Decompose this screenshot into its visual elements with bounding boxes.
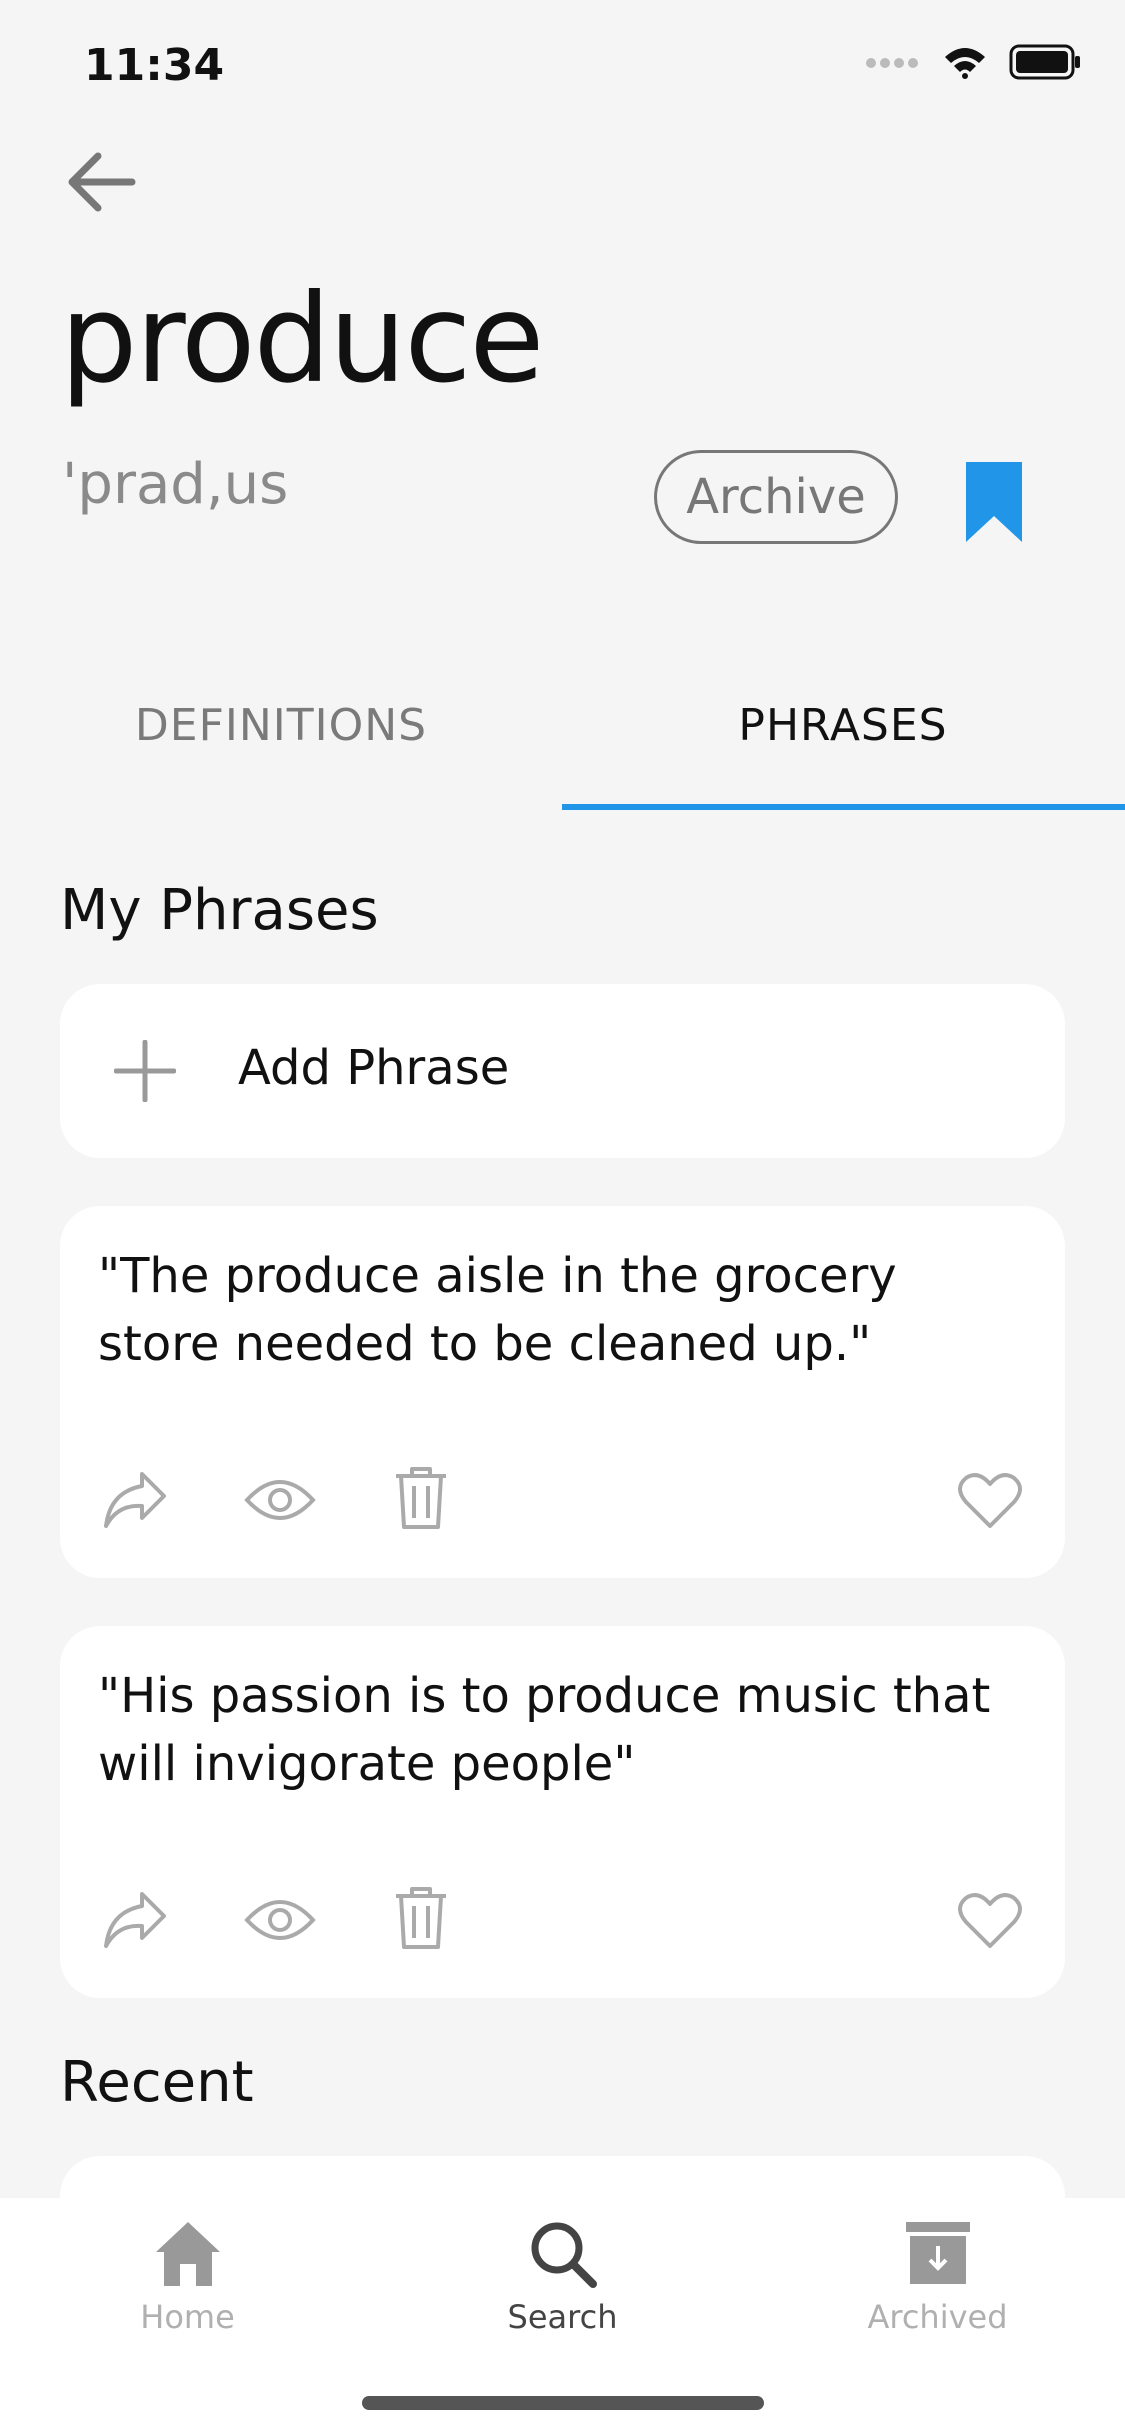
add-phrase-card[interactable] — [60, 984, 1065, 1158]
my-phrases-title: My Phrases — [60, 878, 379, 943]
nav-home[interactable]: Home — [0, 2218, 375, 2336]
share-button[interactable] — [102, 1890, 168, 1950]
nav-archived[interactable]: Archived — [750, 2218, 1125, 2336]
wifi-icon — [943, 45, 987, 83]
back-button[interactable] — [64, 150, 144, 220]
view-button[interactable] — [244, 1896, 316, 1944]
bookmark-button[interactable] — [962, 458, 1026, 546]
active-tab-indicator — [562, 804, 1125, 810]
heart-icon — [958, 1473, 1022, 1528]
bookmark-icon — [966, 462, 1022, 542]
arrow-left-icon — [68, 152, 136, 212]
add-phrase-label: Add Phrase — [238, 1040, 510, 1096]
nav-search-label: Search — [507, 2298, 618, 2336]
status-time: 11:34 — [84, 40, 225, 91]
delete-button[interactable] — [394, 1886, 448, 1950]
search-icon — [531, 2222, 597, 2288]
signal-icon — [865, 55, 921, 74]
phrase-card: "His passion is to produce music that wi… — [60, 1626, 1065, 1998]
phrase-card: "The produce aisle in the grocery store … — [60, 1206, 1065, 1578]
eye-icon — [244, 1900, 316, 1940]
phrase-text: "His passion is to produce music that wi… — [98, 1668, 991, 1792]
recent-title: Recent — [60, 2050, 254, 2115]
plus-icon — [114, 1040, 176, 1102]
eye-icon — [244, 1480, 316, 1520]
tab-phrases[interactable]: PHRASES — [562, 700, 1124, 751]
archive-button[interactable]: Archive — [654, 450, 898, 544]
favorite-button[interactable] — [958, 1472, 1022, 1530]
phrase-text: "The produce aisle in the grocery store … — [98, 1248, 897, 1372]
favorite-button[interactable] — [958, 1892, 1022, 1950]
phonetic-transcription: 'prad,us — [62, 452, 289, 517]
home-icon — [155, 2222, 220, 2286]
view-button[interactable] — [244, 1476, 316, 1524]
delete-button[interactable] — [394, 1466, 448, 1530]
tab-definitions[interactable]: DEFINITIONS — [0, 700, 562, 751]
archive-box-icon — [905, 2222, 970, 2284]
word-title: produce — [60, 268, 544, 410]
status-icons — [865, 44, 1081, 84]
nav-search[interactable]: Search — [375, 2218, 750, 2336]
share-button[interactable] — [102, 1470, 168, 1530]
nav-archived-label: Archived — [867, 2298, 1008, 2336]
trash-icon — [396, 1467, 446, 1529]
trash-icon — [396, 1887, 446, 1949]
share-icon — [104, 1472, 166, 1528]
nav-home-label: Home — [140, 2298, 235, 2336]
heart-icon — [958, 1893, 1022, 1948]
battery-icon — [1009, 44, 1081, 84]
home-indicator — [362, 2396, 764, 2410]
share-icon — [104, 1892, 166, 1948]
